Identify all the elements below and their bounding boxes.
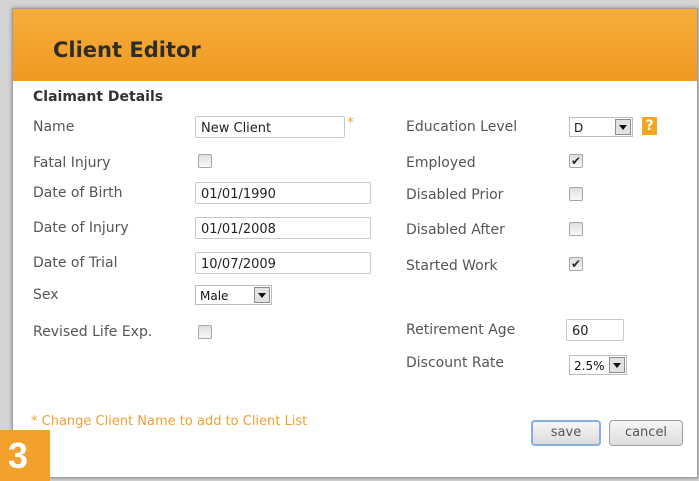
- help-icon[interactable]: ?: [642, 117, 657, 135]
- required-marker: *: [347, 115, 354, 131]
- date-of-trial-label: Date of Trial: [33, 255, 118, 271]
- name-label: Name: [33, 119, 75, 135]
- sex-select-value: Male: [200, 289, 229, 303]
- save-button[interactable]: save: [531, 420, 601, 446]
- client-editor-dialog: Client Editor Claimant Details Name New …: [12, 8, 698, 478]
- title-bar: Client Editor: [13, 9, 697, 81]
- education-level-select[interactable]: D: [569, 117, 633, 137]
- sex-label: Sex: [33, 287, 59, 303]
- chevron-down-icon[interactable]: [609, 357, 625, 373]
- disabled-after-checkbox[interactable]: [569, 222, 583, 236]
- fatal-injury-label: Fatal Injury: [33, 155, 111, 171]
- education-level-select-value: D: [574, 121, 584, 135]
- discount-rate-select[interactable]: 2.5%: [569, 355, 627, 375]
- date-of-injury-field[interactable]: 01/01/2008: [195, 217, 371, 239]
- chevron-down-icon[interactable]: [615, 119, 631, 135]
- disabled-prior-checkbox[interactable]: [569, 187, 583, 201]
- date-of-birth-label: Date of Birth: [33, 185, 123, 201]
- employed-label: Employed: [406, 155, 476, 171]
- disabled-prior-label: Disabled Prior: [406, 187, 504, 203]
- started-work-checkbox[interactable]: ✔: [569, 257, 583, 271]
- chevron-down-icon[interactable]: [254, 287, 270, 303]
- started-work-label: Started Work: [406, 258, 498, 274]
- disabled-after-label: Disabled After: [406, 222, 505, 238]
- dialog-title: Client Editor: [53, 38, 201, 62]
- date-of-trial-field[interactable]: 10/07/2009: [195, 252, 371, 274]
- step-badge: 3: [0, 430, 50, 481]
- employed-checkbox[interactable]: ✔: [569, 154, 583, 168]
- date-of-injury-label: Date of Injury: [33, 220, 129, 236]
- name-field[interactable]: New Client: [195, 116, 345, 138]
- sex-select[interactable]: Male: [195, 285, 272, 305]
- discount-rate-label: Discount Rate: [406, 355, 505, 371]
- revised-life-exp-checkbox[interactable]: [198, 325, 212, 339]
- retirement-age-label: Retirement Age: [406, 322, 516, 338]
- client-name-note: * Change Client Name to add to Client Li…: [31, 414, 308, 429]
- retirement-age-field[interactable]: 60: [566, 319, 624, 341]
- cancel-button[interactable]: cancel: [609, 420, 683, 446]
- revised-life-exp-label: Revised Life Exp.: [33, 324, 153, 340]
- education-level-label: Education Level: [406, 119, 518, 135]
- section-title: Claimant Details: [33, 89, 164, 105]
- discount-rate-select-value: 2.5%: [574, 359, 605, 373]
- fatal-injury-checkbox[interactable]: [198, 154, 212, 168]
- date-of-birth-field[interactable]: 01/01/1990: [195, 182, 371, 204]
